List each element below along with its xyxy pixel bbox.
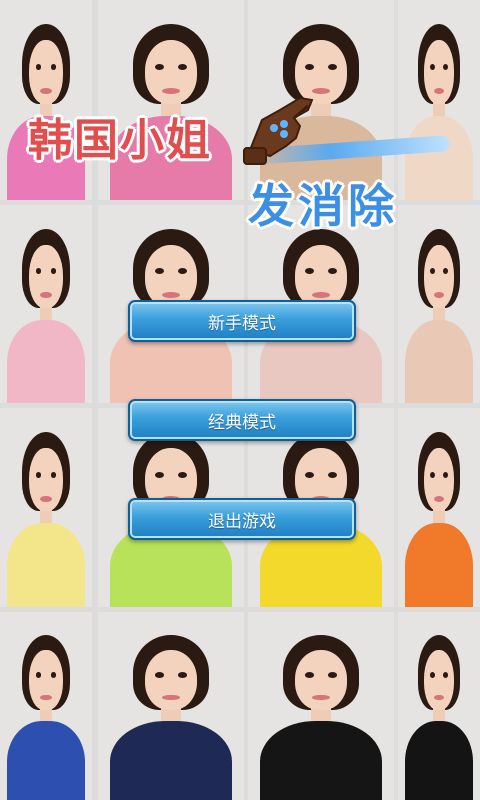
game-title-line1: 韩国小姐 bbox=[28, 115, 212, 166]
portrait-tile bbox=[398, 205, 480, 403]
portrait-tile bbox=[0, 205, 92, 403]
game-title-line2: 发消除 bbox=[248, 179, 398, 233]
portrait-tile bbox=[398, 0, 480, 200]
portrait-tile bbox=[398, 408, 480, 607]
portrait-tile bbox=[248, 612, 394, 800]
pointing-hand-icon bbox=[243, 96, 314, 165]
exit-game-button[interactable]: 退出游戏 bbox=[128, 498, 356, 540]
portrait-tile bbox=[398, 612, 480, 800]
portrait-tile bbox=[0, 0, 92, 200]
classic-mode-button[interactable]: 经典模式 bbox=[128, 399, 356, 441]
new-mode-button[interactable]: 新手模式 bbox=[128, 300, 356, 342]
portrait-tile bbox=[98, 612, 244, 800]
portrait-tile bbox=[0, 408, 92, 607]
portrait-tile bbox=[98, 0, 244, 200]
portrait-tile bbox=[0, 612, 92, 800]
